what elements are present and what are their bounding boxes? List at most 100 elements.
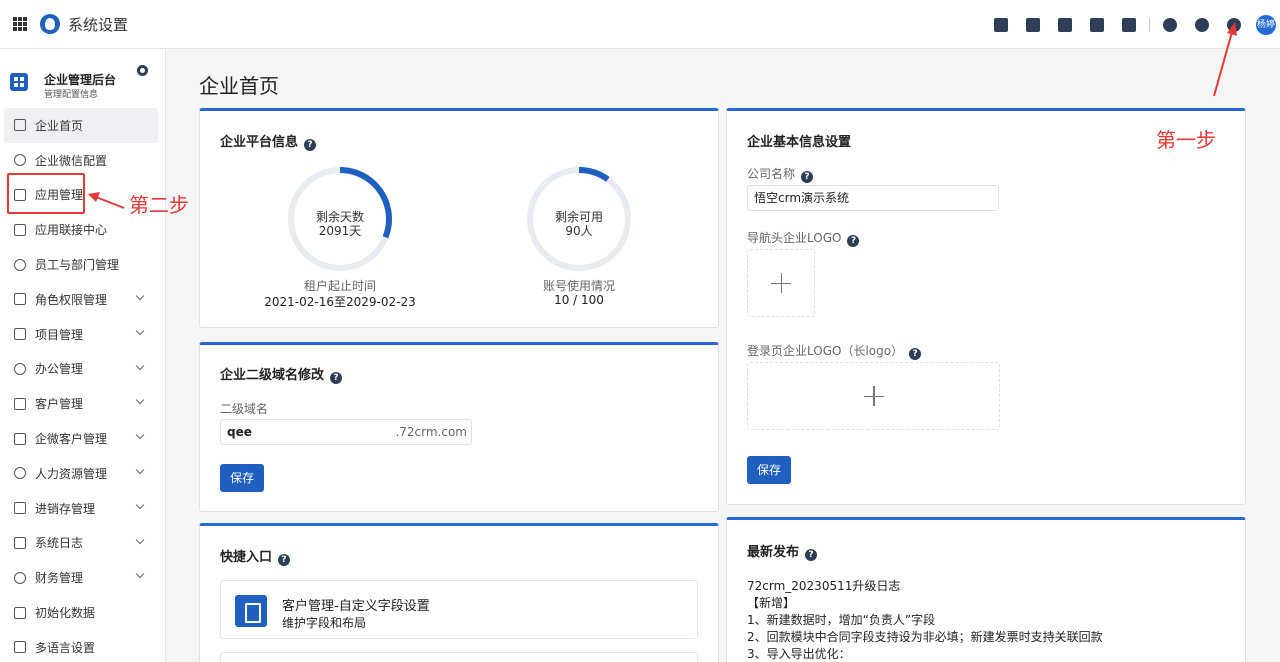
sidebar-item[interactable]: 企微客户管理	[0, 421, 166, 456]
wechat-icon	[14, 154, 26, 167]
folder-icon	[14, 328, 26, 341]
users-icon	[14, 258, 26, 271]
sidebar-item-label: 应用联接中心	[35, 223, 108, 238]
box-icon	[14, 502, 26, 515]
bell-icon[interactable]	[1163, 17, 1177, 32]
basic-save-button[interactable]: 保存	[747, 456, 792, 484]
chevron-down-icon[interactable]	[135, 570, 145, 579]
chevron-down-icon[interactable]	[135, 396, 145, 405]
chevron-down-icon[interactable]	[135, 430, 145, 440]
sidebar-item[interactable]: 系统日志	[0, 526, 166, 561]
app-title: 系统设置	[68, 15, 129, 34]
avatar[interactable]: 杨婷	[1256, 14, 1276, 35]
phone-book-icon[interactable]	[1090, 17, 1104, 32]
document-icon[interactable]	[1058, 17, 1072, 32]
admin-logo-icon	[10, 73, 28, 91]
domain-input[interactable]: qee .72crm.com	[220, 419, 472, 445]
language-icon	[14, 641, 26, 654]
domain-input-value: qee	[227, 425, 252, 439]
plus-icon	[771, 273, 791, 293]
usage-value: 10 / 100	[554, 293, 604, 307]
platform-info-title-text: 企业平台信息	[220, 135, 299, 150]
sidebar-item-label: 企微客户管理	[35, 432, 108, 447]
release-line: 1、新建数据时，增加“负责人”字段	[747, 613, 936, 627]
login-logo-label: 登录页企业LOGO（长logo）?	[747, 342, 922, 360]
sidebar-item-label: 角色权限管理	[35, 292, 108, 307]
help-icon[interactable]: ?	[801, 171, 814, 183]
sidebar-title: 企业管理后台	[44, 73, 117, 87]
role-icon	[14, 293, 26, 306]
building-icon	[235, 595, 267, 627]
task-icon[interactable]	[994, 17, 1008, 32]
annotation-highlight-box	[7, 173, 85, 214]
login-logo-upload[interactable]	[747, 362, 1000, 430]
sidebar-item[interactable]: 多语言设置	[0, 630, 166, 662]
sidebar-item[interactable]: 项目管理	[0, 317, 166, 352]
finance-icon	[14, 571, 26, 584]
sidebar-item[interactable]: 企业首页	[4, 108, 158, 143]
sidebar-item[interactable]: 角色权限管理	[0, 282, 166, 317]
grid-menu-icon[interactable]	[13, 17, 27, 31]
sidebar-item-label: 初始化数据	[35, 606, 96, 621]
sidebar-item-label: 企业首页	[35, 118, 84, 133]
sidebar-item[interactable]: 初始化数据	[0, 595, 166, 630]
quick-entry-item-subtitle: 维护字段和布局	[282, 616, 367, 630]
sidebar-item[interactable]: 员工与部门管理	[0, 247, 166, 282]
basic-info-card: 企业基本信息设置 公司名称? 悟空crm演示系统 导航头企业LOGO? 登录页企…	[726, 108, 1246, 505]
plus-icon	[863, 386, 884, 406]
domain-title: 企业二级域名修改?	[220, 364, 343, 384]
sidebar-item[interactable]: 进销存管理	[0, 491, 166, 526]
company-name-label: 公司名称?	[747, 165, 814, 183]
annotation-step2: 第二步	[129, 193, 189, 217]
help-icon[interactable]	[1195, 17, 1209, 32]
help-icon[interactable]: ?	[330, 372, 343, 384]
seats-value: 90人	[565, 224, 593, 238]
help-icon[interactable]: ?	[805, 549, 818, 561]
release-title: 最新发布?	[747, 541, 818, 561]
chevron-down-icon[interactable]	[135, 361, 145, 370]
release-line: 3、导入导出优化：	[747, 647, 851, 661]
calendar-icon[interactable]	[1122, 17, 1136, 32]
annotation-step1: 第一步	[1156, 128, 1216, 152]
init-icon	[14, 606, 26, 619]
company-name-input[interactable]: 悟空crm演示系统	[747, 185, 999, 211]
sidebar: 企业管理后台 管理配置信息 企业首页 企业微信配置 应用管理 应用联接中心 员工与部门管…	[0, 49, 166, 662]
sidebar-item-label: 财务管理	[35, 571, 84, 586]
app-logo-icon	[40, 14, 60, 34]
quick-entry-item[interactable]	[220, 652, 698, 662]
domain-label: 二级域名	[220, 402, 269, 416]
gear-icon[interactable]	[1227, 17, 1241, 32]
release-title-text: 最新发布	[747, 545, 800, 560]
help-icon[interactable]: ?	[304, 139, 317, 151]
tenant-caption: 租户起止时间	[303, 279, 376, 293]
tenant-range: 2021-02-16至2029-02-23	[264, 295, 416, 309]
chevron-down-icon[interactable]	[135, 291, 145, 301]
customer-icon	[14, 397, 26, 410]
sidebar-item-label: 多语言设置	[35, 640, 96, 655]
add-circle-icon[interactable]	[137, 65, 148, 76]
sidebar-subtitle: 管理配置信息	[44, 90, 99, 100]
domain-title-text: 企业二级域名修改	[220, 368, 325, 383]
sidebar-item[interactable]: 财务管理	[0, 560, 166, 595]
help-icon[interactable]: ?	[909, 348, 922, 360]
quick-entry-item-title: 客户管理-自定义字段设置	[282, 599, 430, 614]
top-toolbar: 杨婷	[985, 0, 1280, 49]
nav-logo-upload[interactable]	[747, 249, 815, 317]
chevron-down-icon[interactable]	[135, 500, 145, 510]
briefcase-icon	[14, 362, 26, 375]
chevron-down-icon[interactable]	[135, 465, 145, 475]
chevron-down-icon[interactable]	[135, 326, 145, 336]
platform-info-card: 企业平台信息? 剩余天数 2091天 租户起止时间 2021-02-16至202…	[199, 108, 719, 328]
sidebar-item[interactable]: 客户管理	[0, 386, 166, 421]
sidebar-item[interactable]: 人力资源管理	[0, 456, 166, 491]
contacts-icon[interactable]	[1026, 17, 1040, 32]
help-icon[interactable]: ?	[278, 554, 291, 566]
sidebar-item[interactable]: 办公管理	[0, 352, 166, 387]
chevron-down-icon[interactable]	[135, 535, 145, 544]
bulb-icon	[14, 223, 26, 236]
platform-info-title: 企业平台信息?	[220, 131, 317, 151]
quick-entry-item[interactable]: 客户管理-自定义字段设置 维护字段和布局	[220, 580, 698, 639]
company-name-label-text: 公司名称	[747, 167, 796, 181]
domain-save-button[interactable]: 保存	[220, 464, 265, 492]
help-icon[interactable]: ?	[847, 235, 860, 247]
